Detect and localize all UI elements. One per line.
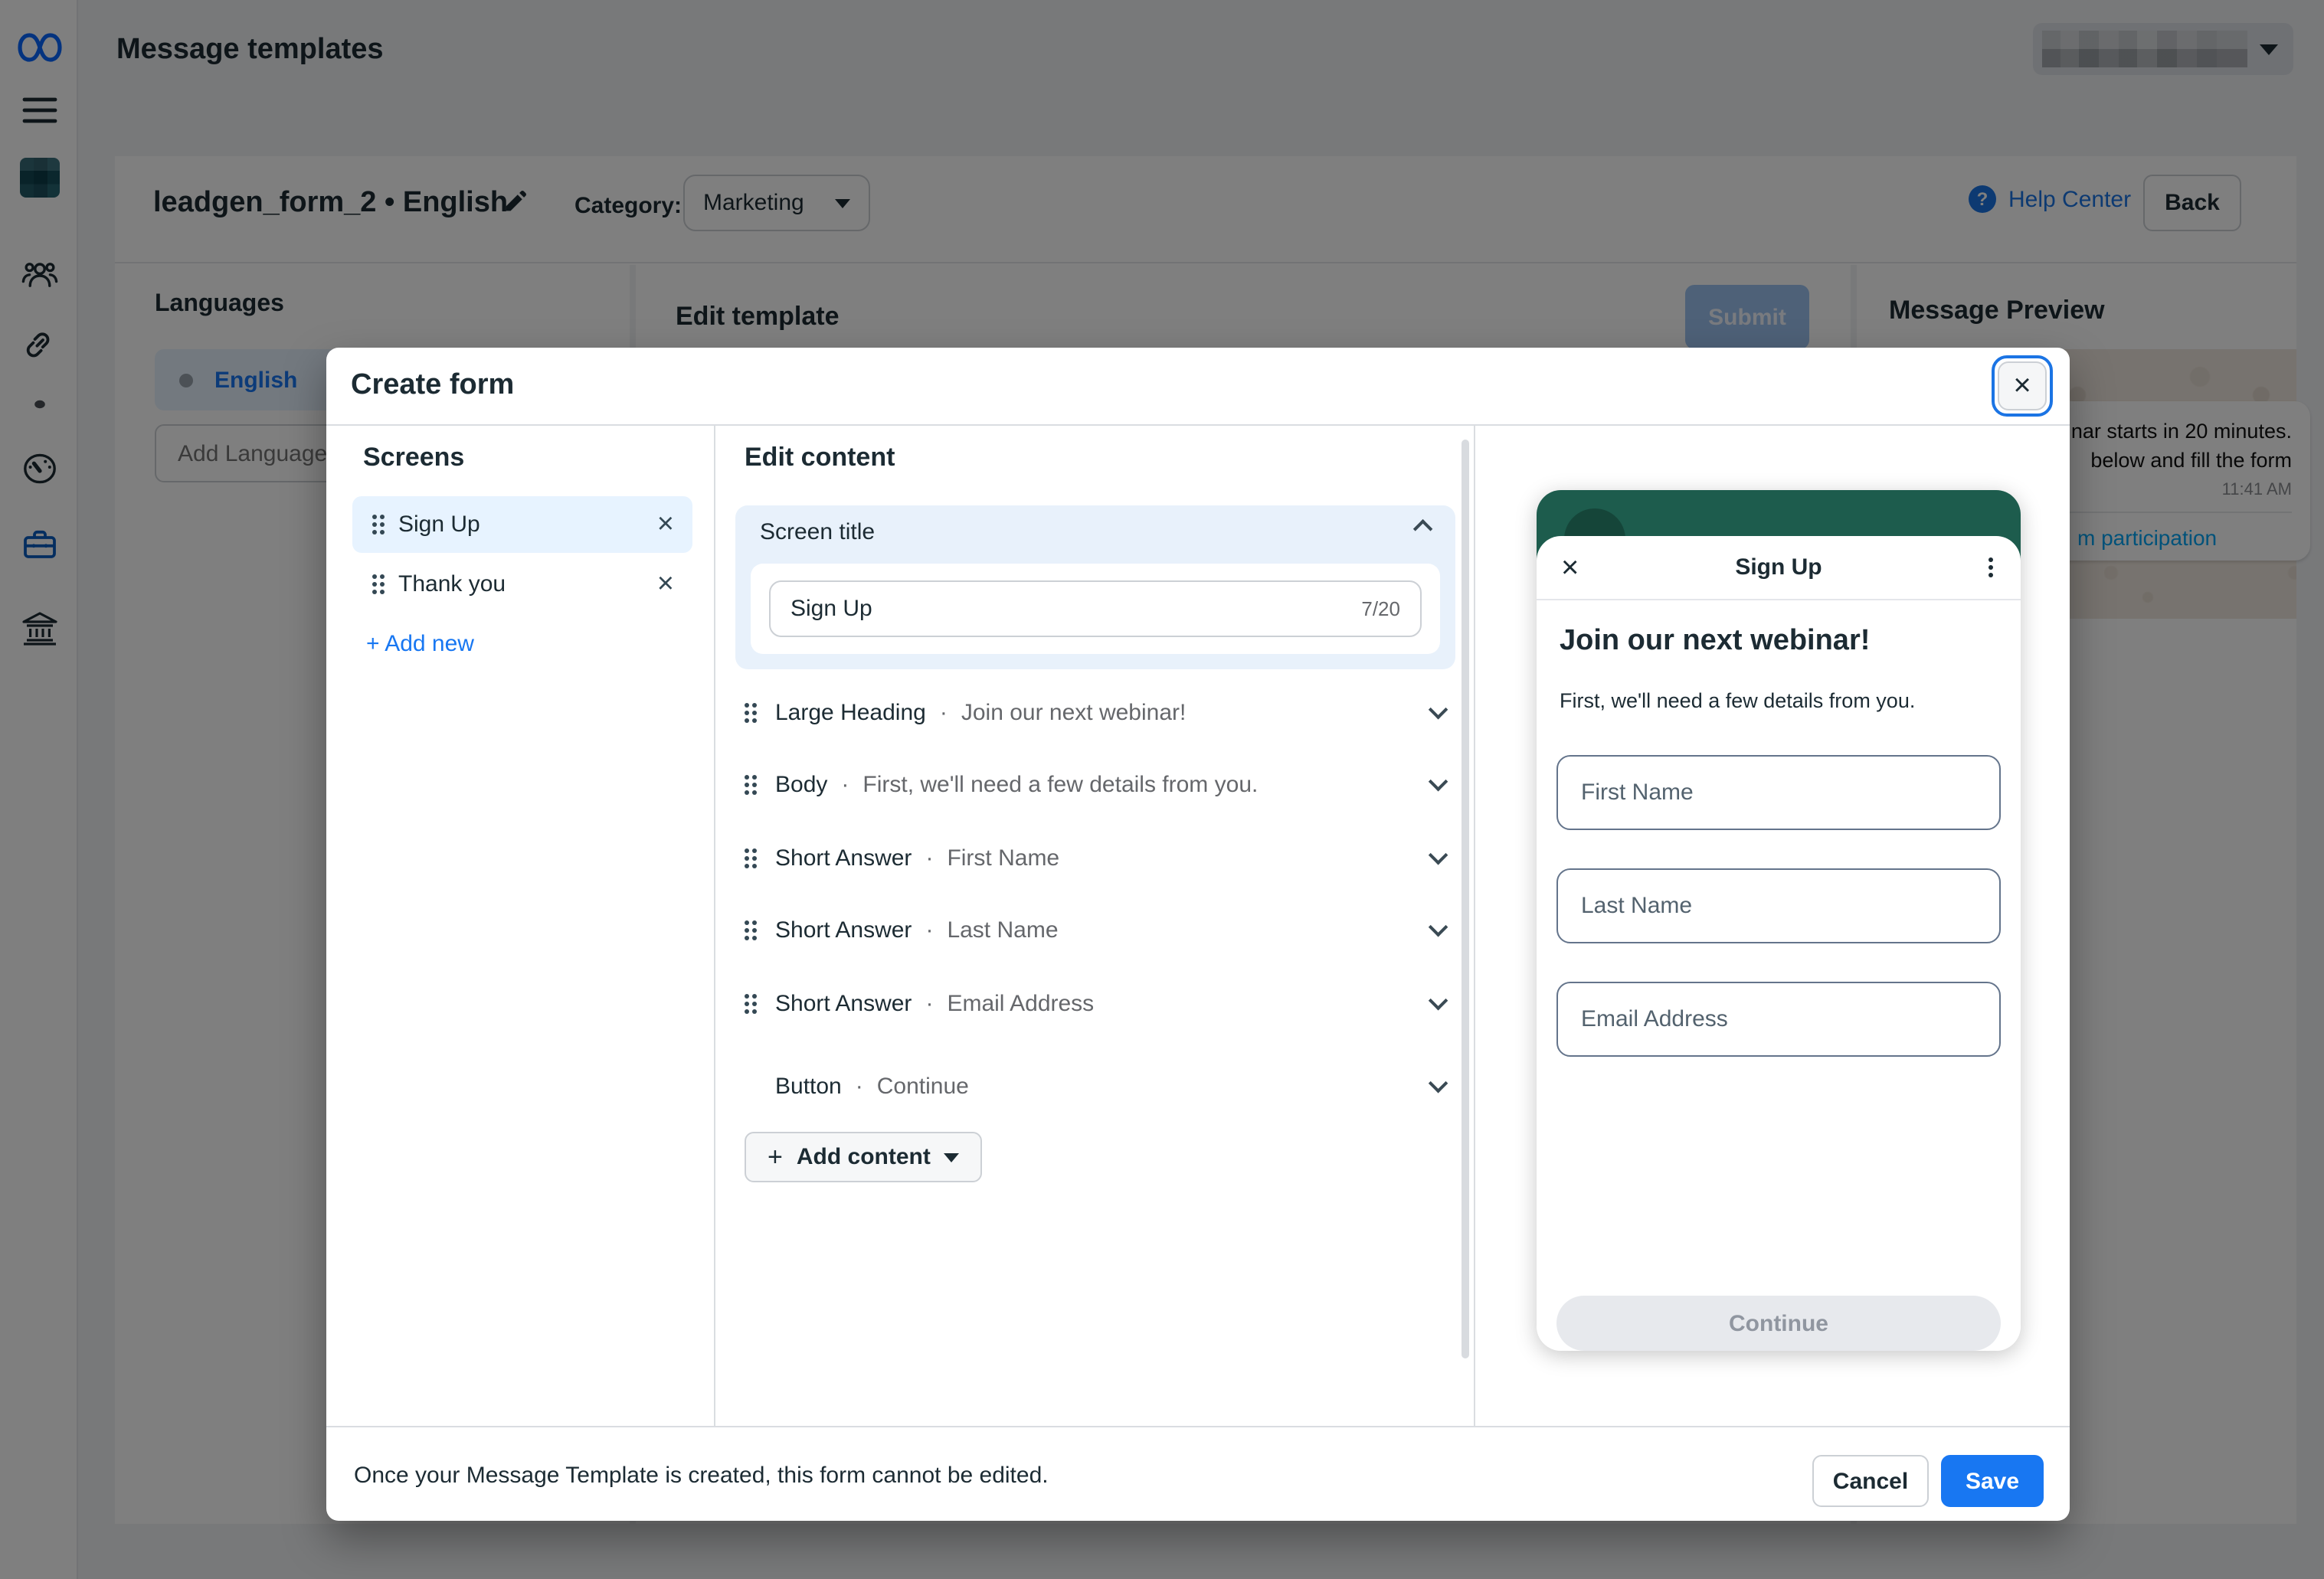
- remove-screen-icon[interactable]: ×: [657, 570, 674, 599]
- row-value: Join our next webinar!: [961, 699, 1187, 725]
- form-phone-preview: × Sign Up Join our next webinar! First, …: [1537, 490, 2021, 1351]
- row-value: Continue: [877, 1073, 969, 1099]
- preview-continue-button: Continue: [1556, 1296, 2001, 1351]
- screens-heading: Screens: [363, 443, 464, 473]
- screen-item-thank-you[interactable]: Thank you ×: [352, 556, 692, 613]
- add-new-screen-button[interactable]: + Add new: [366, 631, 474, 657]
- drag-handle-icon[interactable]: [745, 848, 757, 868]
- scrollbar-thumb[interactable]: [1462, 440, 1469, 1358]
- row-value: Email Address: [947, 990, 1094, 1016]
- row-value: First, we'll need a few details from you…: [862, 771, 1258, 797]
- row-type: Short Answer: [775, 917, 912, 943]
- row-value: First Name: [947, 845, 1059, 871]
- preview-field-last-name: Last Name: [1556, 868, 2001, 943]
- create-form-modal: Create form × Screens Sign Up × Thank yo…: [326, 348, 2070, 1521]
- add-content-label: Add content: [797, 1144, 931, 1170]
- close-icon: ×: [1998, 361, 2047, 410]
- remove-screen-icon[interactable]: ×: [657, 510, 674, 539]
- chevron-down-icon[interactable]: [1432, 705, 1446, 719]
- modal-title: Create form: [351, 369, 514, 403]
- divider: [714, 426, 715, 1426]
- row-separator: ·: [925, 990, 933, 1016]
- chevron-down-icon[interactable]: [1432, 777, 1446, 791]
- screen-title-accordion[interactable]: Screen title 7/20: [735, 505, 1455, 669]
- content-row-large-heading[interactable]: Large Heading · Join our next webinar!: [735, 694, 1455, 731]
- screen: Message templates leadgen_form_2 • Engli…: [0, 0, 2324, 1579]
- chevron-up-icon: [1417, 525, 1431, 538]
- screen-item-label: Thank you: [398, 571, 506, 597]
- content-row-short-answer-first-name[interactable]: Short Answer · First Name: [735, 839, 1455, 876]
- screen-title-input[interactable]: [790, 596, 1361, 622]
- drag-handle-icon[interactable]: [745, 920, 757, 940]
- drag-handle-icon[interactable]: [372, 515, 385, 535]
- screen-title-label: Screen title: [760, 518, 875, 544]
- drag-handle-icon[interactable]: [745, 774, 757, 794]
- screen-title-body: 7/20: [751, 564, 1440, 654]
- form-body-text: First, we'll need a few details from you…: [1560, 689, 1915, 712]
- row-type: Short Answer: [775, 990, 912, 1016]
- add-content-button[interactable]: + Add content: [745, 1132, 983, 1182]
- divider: [326, 424, 2070, 426]
- screen-title-accordion-header[interactable]: Screen title: [735, 505, 1455, 557]
- row-separator: ·: [856, 1073, 863, 1099]
- form-sheet: × Sign Up Join our next webinar! First, …: [1537, 536, 2021, 1351]
- screen-item-sign-up[interactable]: Sign Up ×: [352, 496, 692, 553]
- kebab-menu-icon: [1988, 557, 1993, 577]
- edit-content-heading: Edit content: [745, 443, 895, 473]
- form-title: Sign Up: [1537, 554, 2021, 580]
- chevron-down-icon[interactable]: [1432, 1079, 1446, 1093]
- row-type: Large Heading: [775, 699, 926, 725]
- content-row-short-answer-email[interactable]: Short Answer · Email Address: [735, 985, 1455, 1022]
- chevron-down-icon[interactable]: [1432, 851, 1446, 865]
- preview-field-first-name: First Name: [1556, 755, 2001, 830]
- divider: [326, 1426, 2070, 1427]
- row-separator: ·: [925, 917, 933, 943]
- footer-note: Once your Message Template is created, t…: [354, 1463, 1049, 1489]
- char-counter: 7/20: [1361, 597, 1400, 620]
- content-row-body[interactable]: Body · First, we'll need a few details f…: [735, 766, 1455, 803]
- drag-handle-icon[interactable]: [745, 993, 757, 1013]
- form-heading: Join our next webinar!: [1560, 625, 1870, 659]
- row-type: Short Answer: [775, 845, 912, 871]
- chevron-down-icon[interactable]: [1432, 996, 1446, 1010]
- row-type: Button: [775, 1073, 842, 1099]
- save-button[interactable]: Save: [1941, 1455, 2044, 1507]
- close-button[interactable]: ×: [1992, 355, 2053, 417]
- drag-handle-icon[interactable]: [745, 702, 757, 722]
- preview-field-email: Email Address: [1556, 982, 2001, 1057]
- row-value: Last Name: [947, 917, 1058, 943]
- plus-icon: +: [768, 1142, 783, 1172]
- content-row-short-answer-last-name[interactable]: Short Answer · Last Name: [735, 911, 1455, 948]
- row-type: Body: [775, 771, 827, 797]
- row-separator: ·: [940, 699, 948, 725]
- row-separator: ·: [841, 771, 849, 797]
- chevron-down-icon[interactable]: [1432, 923, 1446, 937]
- content-row-button[interactable]: Button · Continue: [735, 1067, 1455, 1104]
- divider: [1474, 426, 1475, 1426]
- row-separator: ·: [925, 845, 933, 871]
- screen-title-field: 7/20: [769, 580, 1422, 637]
- cancel-button[interactable]: Cancel: [1812, 1455, 1929, 1507]
- form-sheet-header: × Sign Up: [1537, 536, 2021, 600]
- screen-item-label: Sign Up: [398, 512, 480, 538]
- chevron-down-icon: [944, 1152, 960, 1162]
- drag-handle-icon[interactable]: [372, 574, 385, 594]
